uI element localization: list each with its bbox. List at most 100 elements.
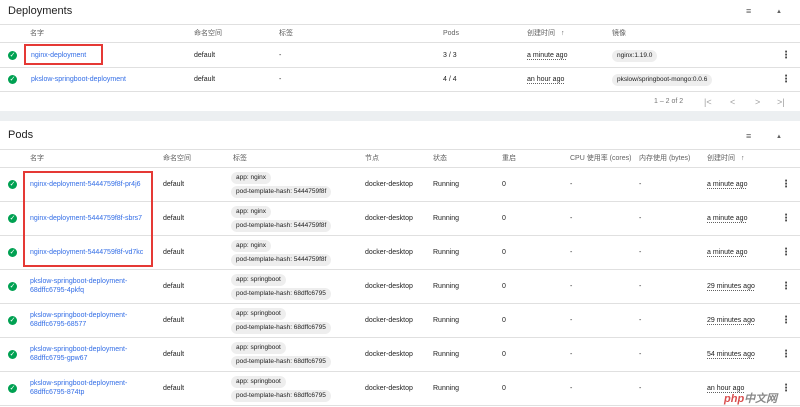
deployment-namespace: default: [194, 76, 216, 83]
pod-name-link[interactable]: 68dffc6795-4pkfq: [30, 286, 84, 296]
kebab-menu-icon[interactable]: ⋮: [781, 316, 791, 326]
column-header-name[interactable]: 名字: [30, 154, 44, 164]
pod-namespace: default: [163, 181, 185, 188]
divider: [0, 42, 800, 43]
label-chip: app: springboot: [231, 308, 286, 320]
pod-memory: -: [639, 385, 642, 392]
caret-up-icon[interactable]: ▲: [776, 132, 782, 142]
pod-created[interactable]: 29 minutes ago: [707, 316, 755, 326]
divider: [0, 371, 800, 372]
pods-title: Pods: [8, 129, 34, 141]
pod-namespace: default: [163, 317, 185, 324]
pod-name-link[interactable]: nginx-deployment-5444759f8f-vd7kc: [30, 248, 143, 258]
divider: [0, 149, 800, 150]
divider: [0, 405, 800, 406]
pod-restarts: 0: [502, 351, 506, 358]
label-chip: app: springboot: [231, 342, 286, 354]
pod-restarts: 0: [502, 215, 506, 222]
label-chip: pod-template-hash: 68dffc6795: [231, 356, 331, 368]
divider: [0, 24, 800, 25]
first-page-icon[interactable]: |<: [704, 97, 712, 107]
pod-status: Running: [433, 249, 460, 256]
kebab-menu-icon[interactable]: ⋮: [781, 384, 791, 394]
label-chip: app: nginx: [231, 240, 271, 252]
deployment-created[interactable]: an hour ago: [527, 75, 564, 85]
deployment-name-link[interactable]: nginx-deployment: [31, 51, 86, 61]
column-header-labels: 标签: [279, 30, 293, 37]
kebab-menu-icon[interactable]: ⋮: [781, 51, 791, 61]
pod-name-link[interactable]: 68dffc6795-68577: [30, 320, 86, 330]
check-circle-icon: ✓: [8, 214, 17, 223]
check-circle-icon: ✓: [8, 75, 17, 84]
pod-status: Running: [433, 317, 460, 324]
deployment-created[interactable]: a minute ago: [527, 51, 567, 61]
pod-restarts: 0: [502, 385, 506, 392]
caret-up-icon[interactable]: ▲: [776, 7, 782, 17]
label-chip: pod-template-hash: 68dffc6795: [231, 322, 331, 334]
pod-name-link[interactable]: nginx-deployment-5444759f8f-pr4j6: [30, 180, 141, 190]
pod-node: docker-desktop: [365, 351, 413, 358]
pod-created[interactable]: 54 minutes ago: [707, 350, 755, 360]
column-header-name[interactable]: 名字: [30, 29, 44, 39]
pod-cpu: -: [570, 181, 573, 188]
deployment-labels: -: [279, 52, 282, 59]
kebab-menu-icon[interactable]: ⋮: [781, 350, 791, 360]
pod-status: Running: [433, 385, 460, 392]
column-header-created[interactable]: 创建时间 ↑: [527, 29, 564, 39]
divider: [0, 91, 800, 92]
watermark-text: 中文网: [744, 393, 778, 405]
image-chip: pkslow/springboot-mongo:0.0.6: [612, 74, 713, 86]
label-chip: app: nginx: [231, 206, 271, 218]
pods-card: Pods ≡ ▲ 名字 命名空间 标签 节点 状态 重启 CPU 使用率 (co…: [0, 121, 800, 407]
filter-icon[interactable]: ≡: [746, 131, 751, 141]
pod-node: docker-desktop: [365, 317, 413, 324]
kebab-menu-icon[interactable]: ⋮: [781, 75, 791, 85]
divider: [0, 269, 800, 270]
pod-name-link[interactable]: 68dffc6795-874tp: [30, 388, 84, 398]
divider: [0, 337, 800, 338]
column-header-cpu: CPU 使用率 (cores): [570, 155, 632, 162]
pod-status: Running: [433, 283, 460, 290]
pod-namespace: default: [163, 249, 185, 256]
pod-created[interactable]: a minute ago: [707, 214, 747, 224]
check-circle-icon: ✓: [8, 51, 17, 60]
kebab-menu-icon[interactable]: ⋮: [781, 180, 791, 190]
column-header-labels: 标签: [233, 155, 247, 162]
check-circle-icon: ✓: [8, 384, 17, 393]
column-header-image: 镜像: [612, 30, 626, 37]
pod-created[interactable]: 29 minutes ago: [707, 282, 755, 292]
kebab-menu-icon[interactable]: ⋮: [781, 214, 791, 224]
divider: [0, 201, 800, 202]
divider: [0, 67, 800, 68]
deployments-card: Deployments ≡ ▲ 名字 命名空间 标签 Pods 创建时间 ↑ 镜…: [0, 0, 800, 111]
pod-created[interactable]: a minute ago: [707, 248, 747, 258]
deployment-name-link[interactable]: pkslow-springboot-deployment: [31, 75, 126, 85]
kebab-menu-icon[interactable]: ⋮: [781, 248, 791, 258]
chevron-right-icon[interactable]: >: [755, 97, 760, 107]
pod-restarts: 0: [502, 249, 506, 256]
column-header-namespace: 命名空间: [194, 30, 222, 37]
column-header-namespace: 命名空间: [163, 155, 191, 162]
column-header-status: 状态: [433, 155, 447, 162]
label-chip: pod-template-hash: 68dffc6795: [231, 390, 331, 402]
pod-created[interactable]: a minute ago: [707, 180, 747, 190]
pod-cpu: -: [570, 215, 573, 222]
pod-status: Running: [433, 351, 460, 358]
pod-name-link[interactable]: 68dffc6795-gpw67: [30, 354, 87, 364]
last-page-icon[interactable]: >|: [777, 97, 785, 107]
filter-icon[interactable]: ≡: [746, 6, 751, 16]
pagination-range: 1 – 2 of 2: [654, 98, 684, 105]
pod-cpu: -: [570, 351, 573, 358]
pod-node: docker-desktop: [365, 249, 413, 256]
kebab-menu-icon[interactable]: ⋮: [781, 282, 791, 292]
column-header-created[interactable]: 创建时间 ↑: [707, 154, 744, 164]
pod-memory: -: [639, 283, 642, 290]
deployment-labels: -: [279, 76, 282, 83]
pod-cpu: -: [570, 283, 573, 290]
pod-name-link[interactable]: nginx-deployment-5444759f8f-sbrs7: [30, 214, 142, 224]
image-chip: nginx:1.19.0: [612, 50, 658, 62]
pod-node: docker-desktop: [365, 283, 413, 290]
pod-cpu: -: [570, 249, 573, 256]
chevron-left-icon[interactable]: <: [730, 97, 735, 107]
label-chip: pod-template-hash: 68dffc6795: [231, 288, 331, 300]
